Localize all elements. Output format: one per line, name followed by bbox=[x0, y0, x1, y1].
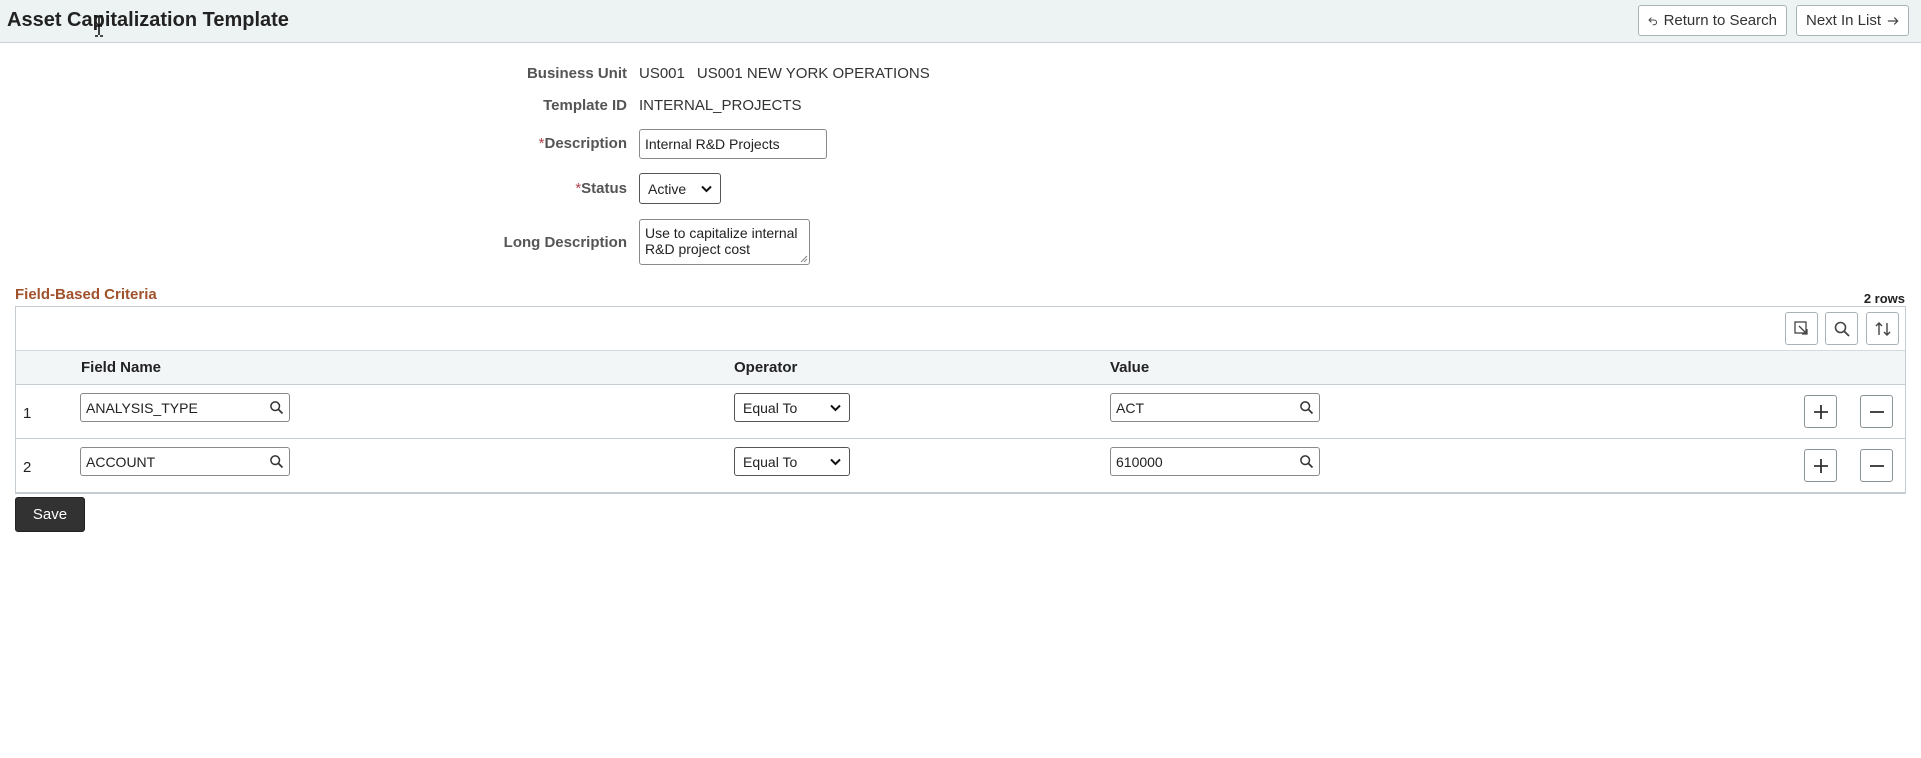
minus-icon bbox=[1869, 410, 1884, 413]
value-input[interactable]: ACT bbox=[1110, 393, 1320, 422]
plus-icon bbox=[1813, 404, 1828, 419]
grid-header-row: Field Name Operator Value bbox=[16, 350, 1905, 385]
search-icon bbox=[1834, 321, 1850, 337]
column-header-operator: Operator bbox=[734, 359, 798, 376]
column-header-field-name: Field Name bbox=[81, 359, 162, 376]
page-header: Asset Capitalization Template Return to … bbox=[0, 0, 1921, 43]
business-unit-value: US001 US001 NEW YORK OPERATIONS bbox=[639, 65, 930, 82]
operator-select[interactable]: Equal To bbox=[734, 447, 850, 476]
return-arrow-icon bbox=[1648, 16, 1658, 25]
next-in-list-label: Next In List bbox=[1806, 12, 1882, 29]
business-unit-name: US001 NEW YORK OPERATIONS bbox=[696, 65, 930, 82]
field-name-input[interactable]: ACCOUNT bbox=[80, 447, 290, 476]
resize-handle-icon[interactable] bbox=[800, 255, 808, 263]
section-title: Field-Based Criteria bbox=[15, 286, 157, 303]
row-number: 1 bbox=[23, 405, 32, 422]
text-cursor-icon bbox=[95, 15, 103, 37]
description-field[interactable]: Internal R&D Projects bbox=[639, 129, 827, 159]
return-to-search-label: Return to Search bbox=[1663, 12, 1777, 29]
grid-search-button[interactable] bbox=[1825, 312, 1858, 345]
business-unit-label: Business Unit bbox=[526, 65, 627, 82]
row-number: 2 bbox=[23, 459, 32, 476]
download-grid-icon bbox=[1793, 320, 1808, 335]
value-value: ACT bbox=[1116, 399, 1144, 416]
template-id-label: Template ID bbox=[543, 97, 627, 114]
business-unit-code: US001 bbox=[639, 65, 685, 82]
search-icon[interactable] bbox=[1299, 454, 1314, 469]
search-icon[interactable] bbox=[269, 400, 284, 415]
delete-row-button[interactable] bbox=[1860, 449, 1893, 482]
save-button[interactable]: Save bbox=[15, 497, 85, 532]
operator-value: Equal To bbox=[743, 453, 798, 470]
field-name-input[interactable]: ANALYSIS_TYPE bbox=[80, 393, 290, 422]
description-value: Internal R&D Projects bbox=[645, 136, 780, 152]
long-description-label: Long Description bbox=[503, 234, 627, 251]
search-icon[interactable] bbox=[269, 454, 284, 469]
return-to-search-button[interactable]: Return to Search bbox=[1638, 5, 1787, 36]
sort-button[interactable] bbox=[1866, 312, 1899, 345]
search-icon[interactable] bbox=[1299, 400, 1314, 415]
status-label: *Status bbox=[575, 180, 627, 197]
column-header-value: Value bbox=[1110, 359, 1150, 376]
long-description-line-1: Use to capitalize internal bbox=[645, 225, 798, 241]
operator-select[interactable]: Equal To bbox=[734, 393, 850, 422]
chevron-down-icon bbox=[830, 404, 841, 411]
description-label-text: Description bbox=[544, 135, 627, 152]
chevron-down-icon bbox=[701, 185, 712, 192]
field-name-value: ANALYSIS_TYPE bbox=[86, 399, 198, 416]
status-select[interactable]: Active bbox=[639, 173, 721, 204]
arrow-right-icon bbox=[1887, 16, 1899, 25]
value-value: 610000 bbox=[1116, 453, 1163, 470]
status-select-value: Active bbox=[648, 180, 687, 197]
template-id-value: INTERNAL_PROJECTS bbox=[639, 97, 802, 114]
delete-row-button[interactable] bbox=[1860, 395, 1893, 428]
status-label-text: Status bbox=[581, 180, 627, 197]
description-label: *Description bbox=[539, 135, 627, 152]
value-input[interactable]: 610000 bbox=[1110, 447, 1320, 476]
row-count: 2 rows bbox=[1863, 291, 1905, 306]
long-description-line-2: R&D project cost bbox=[645, 241, 751, 257]
chevron-down-icon bbox=[830, 458, 841, 465]
plus-icon bbox=[1813, 458, 1828, 473]
minus-icon bbox=[1869, 464, 1884, 467]
field-name-value: ACCOUNT bbox=[86, 453, 156, 470]
personalize-button[interactable] bbox=[1785, 312, 1818, 345]
page-title: Asset Capitalization Template bbox=[7, 9, 289, 31]
table-row: 1 ANALYSIS_TYPE Equal To ACT bbox=[16, 385, 1905, 439]
operator-value: Equal To bbox=[743, 399, 798, 416]
add-row-button[interactable] bbox=[1804, 395, 1837, 428]
table-row: 2 ACCOUNT Equal To 610000 bbox=[16, 439, 1905, 493]
criteria-grid: Field Name Operator Value 1 ANALYSIS_TYP… bbox=[15, 306, 1906, 494]
long-description-field[interactable]: Use to capitalize internal R&D project c… bbox=[639, 219, 810, 265]
next-in-list-button[interactable]: Next In List bbox=[1796, 5, 1909, 36]
add-row-button[interactable] bbox=[1804, 449, 1837, 482]
sort-icon bbox=[1875, 321, 1890, 336]
